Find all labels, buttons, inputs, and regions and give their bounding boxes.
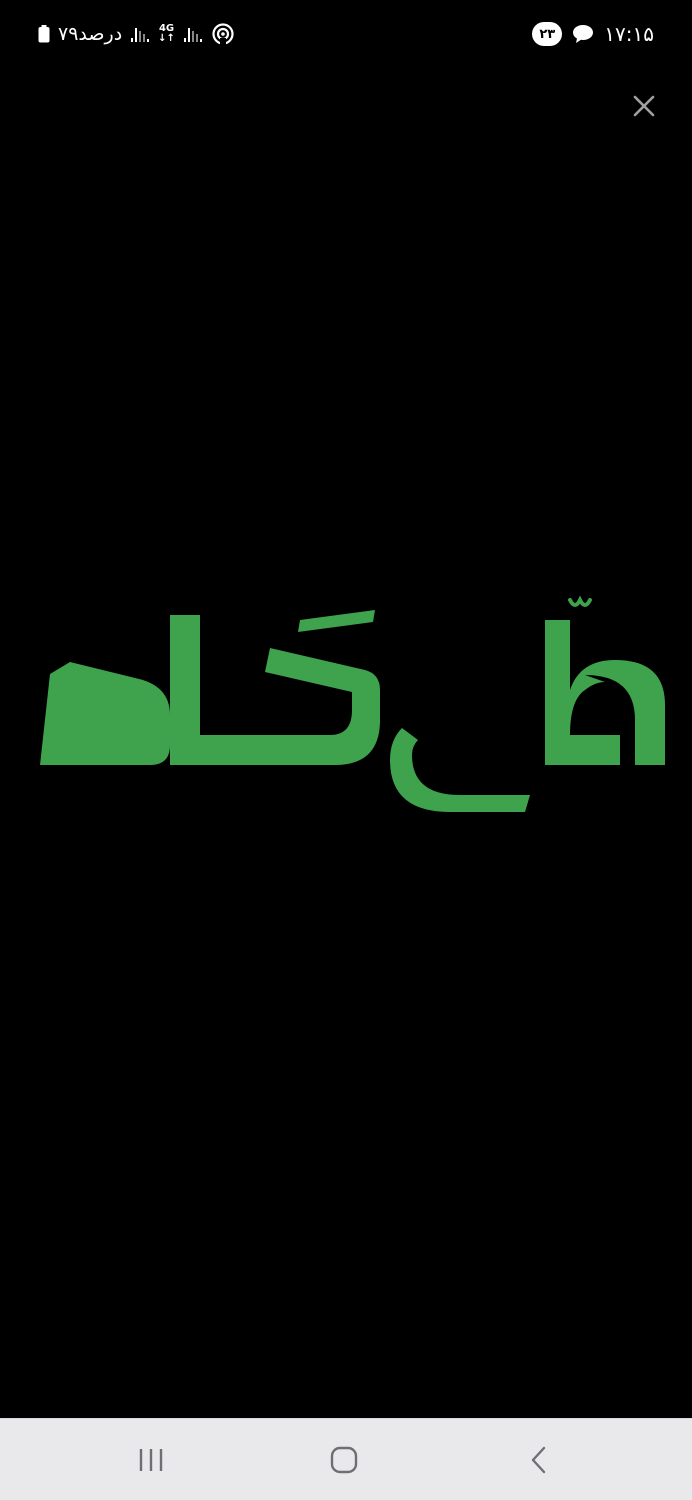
status-right: ۲۳ ۱۷:۱۵ xyxy=(532,22,654,46)
battery-percentage: ۷۹درصد xyxy=(58,23,123,45)
chat-icon xyxy=(573,25,594,43)
meli-gold-logo xyxy=(40,595,665,812)
signal-icon xyxy=(131,28,150,42)
home-button[interactable] xyxy=(319,1435,369,1485)
back-button[interactable] xyxy=(514,1435,564,1485)
navigation-bar xyxy=(0,1418,692,1500)
back-icon xyxy=(531,1446,546,1474)
network-icon: 4G ↓↑ xyxy=(158,24,175,44)
recents-icon xyxy=(139,1449,163,1471)
clock: ۱۷:۱۵ xyxy=(604,22,654,46)
data-arrows-icon: ↓↑ xyxy=(158,33,175,44)
battery-icon xyxy=(38,25,50,43)
status-bar: ۷۹درصد 4G ↓↑ ۲۳ ۱۷:۱۵ xyxy=(0,18,692,58)
hotspot-icon xyxy=(212,23,234,46)
status-left: ۷۹درصد 4G ↓↑ xyxy=(38,22,235,46)
close-button[interactable] xyxy=(626,88,662,124)
splash-screen: ۷۹درصد 4G ↓↑ ۲۳ ۱۷:۱۵ xyxy=(0,0,692,1500)
close-icon xyxy=(633,95,655,117)
home-icon xyxy=(330,1446,358,1474)
notification-count-badge: ۲۳ xyxy=(532,22,563,46)
recents-button[interactable] xyxy=(126,1435,176,1485)
signal-icon-2 xyxy=(183,28,202,42)
